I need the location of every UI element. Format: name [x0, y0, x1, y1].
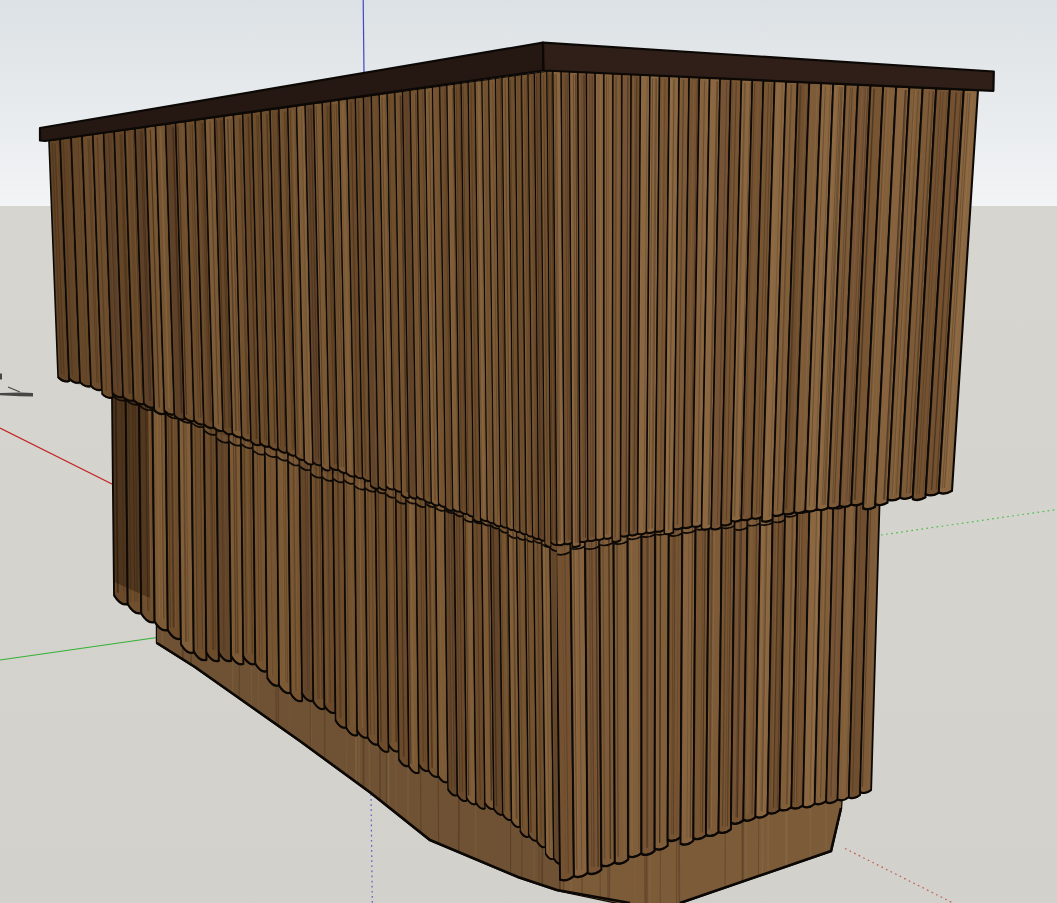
middle-left-shade — [112, 390, 150, 598]
modeling-viewport[interactable] — [0, 0, 1057, 903]
distant-tick — [0, 374, 2, 380]
wood-grain-line — [596, 73, 597, 537]
scene-canvas[interactable] — [0, 0, 1057, 903]
wood-grain-line — [656, 526, 657, 846]
wood-slat — [628, 528, 642, 858]
axis-blue-solid — [363, 0, 364, 73]
cap-corner-edge — [543, 43, 544, 71]
slat-band-upper-right — [553, 71, 978, 548]
wood-grain-line — [629, 531, 630, 855]
